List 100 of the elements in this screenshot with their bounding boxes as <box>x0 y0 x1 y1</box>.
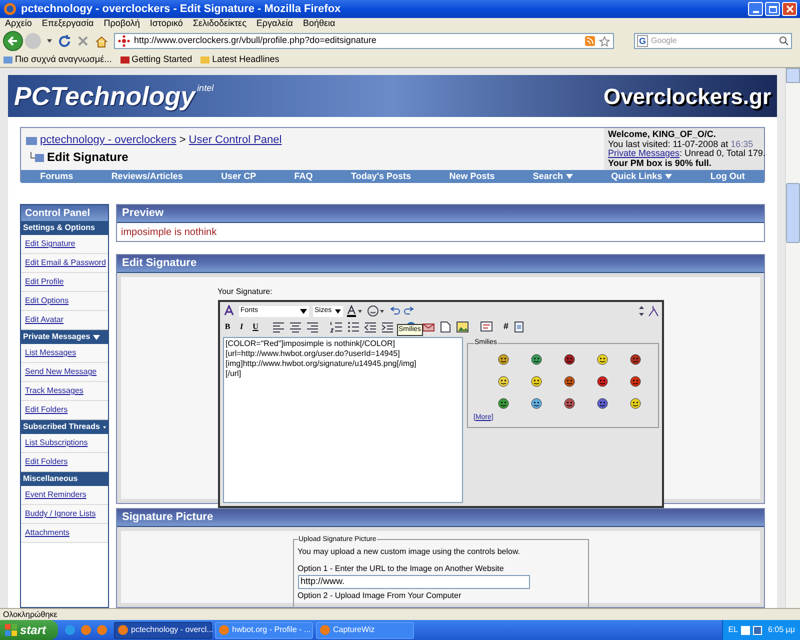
page-title: Edit Signature <box>47 149 128 166</box>
caret-icon <box>566 174 573 179</box>
section-title: Edit Signature <box>122 256 197 272</box>
reload-icon[interactable] <box>58 34 71 48</box>
menu-item[interactable]: Αρχείο <box>5 17 32 31</box>
window-title: pctechnology - overclockers - Edit Signature - Mozilla Firefox <box>21 2 342 17</box>
bookmark-icon <box>3 54 13 64</box>
bookmark-link[interactable]: Latest Headlines <box>212 52 280 66</box>
menu-item[interactable]: Βοήθεια <box>302 17 336 31</box>
site-logo: PCTechnology <box>14 80 196 112</box>
nav-link[interactable]: Log Out <box>710 170 745 184</box>
option-label: Option 2 - Upload Image From Your Computer <box>298 590 462 602</box>
caret-icon <box>334 308 340 314</box>
field-label: Your Signature: <box>218 287 272 296</box>
sidebar-heading: Miscellaneous <box>21 472 108 486</box>
nav-link[interactable]: Today's Posts <box>351 170 411 184</box>
scrollbar[interactable] <box>785 68 800 608</box>
search-engine-logo: G <box>637 35 648 47</box>
caret-icon <box>300 308 306 314</box>
section-title: Preview <box>122 206 164 222</box>
menu-item[interactable]: Επεξεργασία <box>42 17 94 31</box>
image-url-input[interactable]: http://www. <box>298 575 530 589</box>
bullet-list-icon <box>346 320 360 332</box>
nav-link[interactable]: Quick Links <box>611 170 672 184</box>
pm-box-status: Your PM box is 90% full. <box>608 158 712 168</box>
breadcrumb-separator: > <box>179 132 186 148</box>
quote-icon <box>480 320 492 332</box>
sidebar-title: Control Panel <box>21 205 108 221</box>
nav-link[interactable]: User CP <box>221 170 256 184</box>
smiley-icon[interactable] <box>630 376 641 386</box>
smiley-icon[interactable] <box>498 398 510 408</box>
format-button[interactable]: U <box>250 320 260 332</box>
windows-flag-icon <box>5 624 17 636</box>
smiley-icon[interactable] <box>564 398 575 408</box>
menu-item[interactable]: Εργαλεία <box>256 17 293 31</box>
bookmark-link[interactable]: Πιο συχνά αναγνωσμέ... <box>15 52 112 66</box>
bookmark-icon <box>120 54 130 64</box>
smiley-icon[interactable] <box>498 376 510 386</box>
nav-link[interactable]: Forums <box>40 170 74 184</box>
taskbar-button[interactable]: hwbot.org - Profile - ... <box>215 622 313 638</box>
smiley-icon[interactable] <box>531 354 542 364</box>
smiley-icon[interactable] <box>564 354 575 364</box>
address-bar[interactable]: http://www.overclockers.gr/vbull/profile.php?do=editsignature <box>114 33 614 49</box>
logo-tagline: intel <box>197 82 214 95</box>
resize-icon[interactable] <box>638 306 644 316</box>
back-arrow-icon <box>8 36 18 46</box>
outdent-icon <box>364 320 376 332</box>
home-icon[interactable] <box>95 34 108 48</box>
section-title: Signature Picture <box>122 510 214 526</box>
indent-icon <box>380 320 394 332</box>
smiley-icon[interactable] <box>596 354 608 364</box>
dropdown-caret-icon <box>47 39 52 43</box>
last-visit-time: 16:35 <box>730 138 754 148</box>
nav-link[interactable]: Reviews/Articles <box>111 170 183 184</box>
code-button[interactable]: # <box>504 320 509 334</box>
taskbar-button[interactable]: pctechnology - overcl... <box>114 622 212 638</box>
menu-item[interactable]: Ιστορικό <box>150 17 183 31</box>
close-button[interactable] <box>782 2 797 16</box>
smiley-icon[interactable] <box>596 398 608 408</box>
back-button[interactable] <box>3 31 23 51</box>
url-text: http://www.overclockers.gr/vbull/profile.php?do=editsignature <box>134 34 378 48</box>
start-button[interactable]: start <box>0 620 58 640</box>
site-logo: Overclockers.gr <box>603 82 771 111</box>
redo-icon[interactable] <box>404 306 414 316</box>
taskbar-button[interactable]: CaptureWiz <box>316 622 414 638</box>
last-visit-text: You last visited: 11-07-2008 at <box>608 138 728 148</box>
signature-text-area[interactable]: [COLOR="Red"]imposimple is nothink[/COLOR] [url=http://www.hwbot.org/user.do?userId=14945] [img]http://www.hwbot.org/signature/u14945.png[/img] [/url] <box>222 336 462 502</box>
browser-logo-icon <box>3 2 17 16</box>
bookmark-link[interactable]: Getting Started <box>132 52 192 66</box>
maximize-button[interactable] <box>765 2 780 16</box>
private-messages-link[interactable]: Private Messages <box>608 148 680 158</box>
align-center-icon <box>288 320 302 332</box>
breadcrumb-link[interactable]: pctechnology - overclockers <box>40 132 176 148</box>
nav-link[interactable]: New Posts <box>449 170 495 184</box>
script-icon <box>512 320 526 332</box>
minimize-button[interactable] <box>748 2 763 16</box>
menu-item[interactable]: Προβολή <box>104 17 140 31</box>
smiley-icon[interactable] <box>630 354 641 364</box>
align-left-icon <box>272 320 284 332</box>
welcome-text: Welcome, KING_OF_O/C. <box>608 130 717 140</box>
smiley-icon[interactable] <box>630 398 641 408</box>
smiley-icon[interactable] <box>366 305 384 317</box>
breadcrumb-link[interactable]: User Control Panel <box>188 132 282 148</box>
nav-link[interactable]: Search <box>532 170 573 184</box>
search-field[interactable]: G Google <box>634 33 792 49</box>
option-label: Option 1 - Enter the URL to the Image on Another Website <box>298 563 505 575</box>
format-button[interactable]: I <box>236 320 246 332</box>
smiley-icon[interactable] <box>531 376 542 386</box>
sidebar-heading: Settings & Options <box>21 221 108 235</box>
smiley-icon[interactable] <box>531 398 542 408</box>
smiley-icon[interactable] <box>596 376 608 386</box>
text-color-icon[interactable] <box>346 305 362 317</box>
nav-link[interactable]: FAQ <box>294 170 313 184</box>
caret-icon <box>102 424 106 430</box>
undo-icon[interactable] <box>388 306 400 316</box>
search-icon <box>779 36 789 46</box>
format-button[interactable]: B <box>222 320 232 332</box>
menu-item[interactable]: Σελιδοδείκτες <box>192 17 246 31</box>
smiley-icon[interactable] <box>564 376 575 386</box>
smiley-icon[interactable] <box>498 354 510 364</box>
